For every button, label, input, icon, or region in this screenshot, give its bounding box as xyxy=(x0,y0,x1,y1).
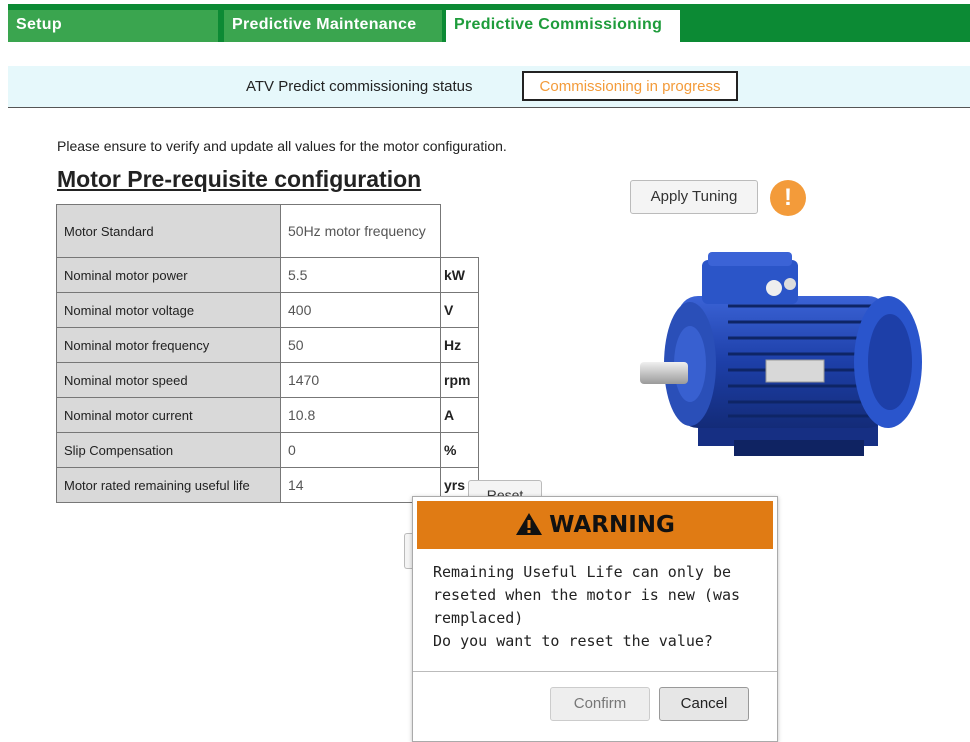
row-label: Nominal motor current xyxy=(56,397,281,433)
tab-setup[interactable]: Setup xyxy=(8,10,218,42)
warning-dialog: WARNING Remaining Useful Life can only b… xyxy=(412,496,778,742)
dialog-message-line: reseted when the motor is new (was xyxy=(433,586,741,604)
unit-label: kW xyxy=(440,257,479,293)
dialog-title: WARNING xyxy=(549,512,675,538)
row-label: Nominal motor power xyxy=(56,257,281,293)
tab-strip: Setup Predictive Maintenance Predictive … xyxy=(8,4,970,42)
table-row: Nominal motor current 10.8 A xyxy=(56,397,479,433)
row-label: Motor Standard xyxy=(56,204,281,258)
motor-current-field[interactable]: 10.8 xyxy=(280,397,441,433)
tab-predictive-maintenance[interactable]: Predictive Maintenance xyxy=(224,10,442,42)
table-row: Motor Standard 50Hz motor frequency xyxy=(56,204,479,258)
cancel-button[interactable]: Cancel xyxy=(659,687,749,721)
motor-voltage-field[interactable]: 400 xyxy=(280,292,441,328)
apply-tuning-button[interactable]: Apply Tuning xyxy=(630,180,758,214)
table-row: Nominal motor frequency 50 Hz xyxy=(56,327,479,363)
status-value: Commissioning in progress xyxy=(522,71,738,101)
unit-label: Hz xyxy=(440,327,479,363)
row-label: Slip Compensation xyxy=(56,432,281,468)
exclamation-circle-icon: ! xyxy=(770,180,806,216)
dialog-header: WARNING xyxy=(417,501,773,549)
motor-standard-field[interactable]: 50Hz motor frequency xyxy=(280,204,441,258)
confirm-button[interactable]: Confirm xyxy=(550,687,650,721)
commissioning-status-bar: ATV Predict commissioning status Commiss… xyxy=(8,66,970,108)
slip-compensation-field[interactable]: 0 xyxy=(280,432,441,468)
warning-triangle-icon xyxy=(516,513,543,535)
dialog-message-line: remplaced) xyxy=(433,609,524,627)
table-row: Nominal motor voltage 400 V xyxy=(56,292,479,328)
row-label: Motor rated remaining useful life xyxy=(56,467,281,503)
page-title: Motor Pre-requisite configuration xyxy=(57,166,422,192)
dialog-message-line: Do you want to reset the value? xyxy=(433,632,713,650)
tab-predictive-commissioning[interactable]: Predictive Commissioning xyxy=(446,10,680,42)
dialog-message: Remaining Useful Life can only be resete… xyxy=(433,561,763,653)
motor-power-field[interactable]: 5.5 xyxy=(280,257,441,293)
unit-label: rpm xyxy=(440,362,479,398)
dialog-message-line: Remaining Useful Life can only be xyxy=(433,563,732,581)
motor-config-table: Motor Standard 50Hz motor frequency Nomi… xyxy=(56,204,479,503)
unit-label: A xyxy=(440,397,479,433)
table-row: Slip Compensation 0 % xyxy=(56,432,479,468)
table-row: Nominal motor speed 1470 rpm xyxy=(56,362,479,398)
motor-image xyxy=(638,244,928,466)
instruction-text: Please ensure to verify and update all v… xyxy=(57,138,507,154)
motor-speed-field[interactable]: 1470 xyxy=(280,362,441,398)
row-label: Nominal motor frequency xyxy=(56,327,281,363)
motor-frequency-field[interactable]: 50 xyxy=(280,327,441,363)
divider xyxy=(413,671,777,672)
unit-label: % xyxy=(440,432,479,468)
electric-motor-icon xyxy=(640,252,922,456)
top-navigation: Setup Predictive Maintenance Predictive … xyxy=(0,0,970,42)
unit-label: V xyxy=(440,292,479,328)
table-row: Nominal motor power 5.5 kW xyxy=(56,257,479,293)
row-label: Nominal motor voltage xyxy=(56,292,281,328)
row-label: Nominal motor speed xyxy=(56,362,281,398)
status-label: ATV Predict commissioning status xyxy=(246,78,473,95)
